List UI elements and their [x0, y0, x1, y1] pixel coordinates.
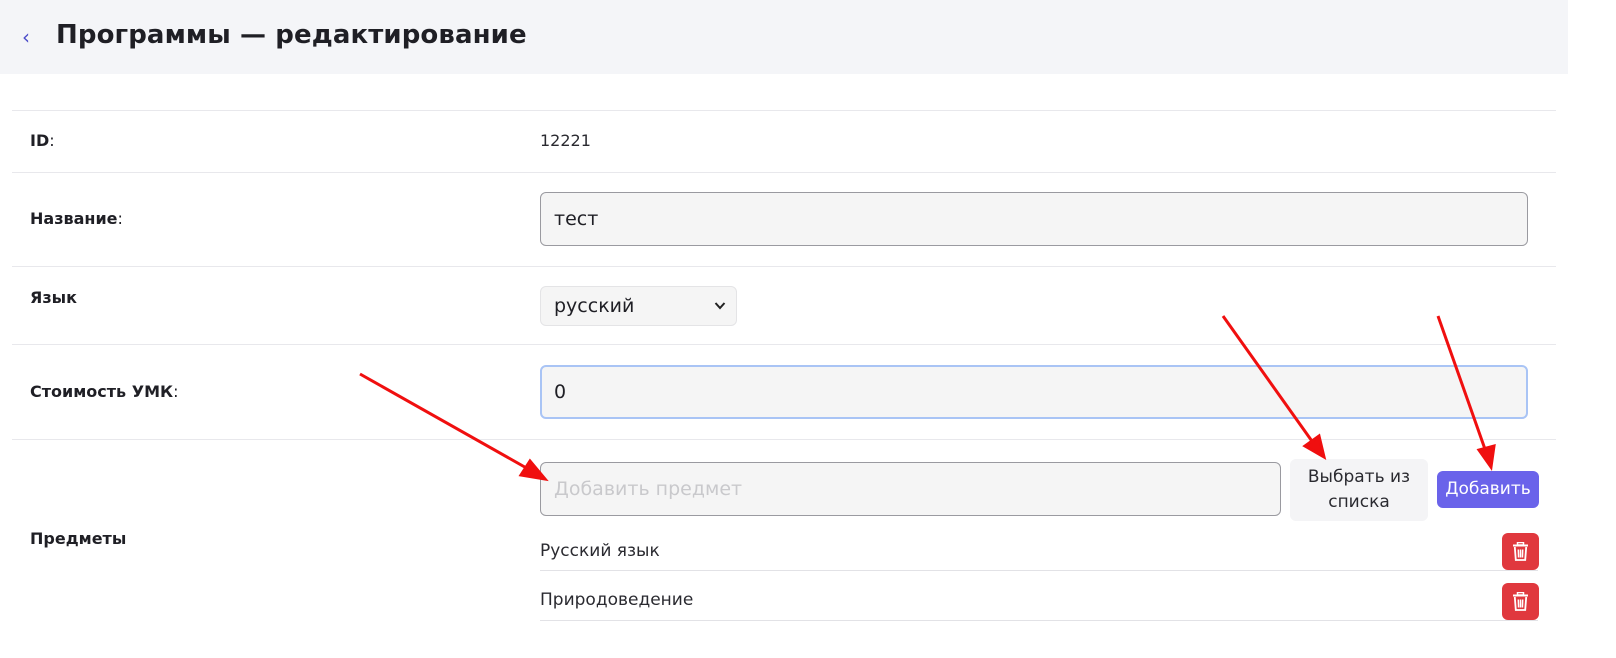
row-divider: [12, 439, 1556, 440]
language-label: Язык: [30, 288, 77, 307]
chevron-down-icon: [714, 287, 726, 341]
subject-divider: [540, 620, 1538, 621]
trash-icon: [1513, 592, 1528, 611]
subject-divider: [540, 570, 1538, 571]
delete-subject-button[interactable]: [1502, 583, 1539, 620]
name-field[interactable]: тест: [540, 192, 1528, 246]
annotation-arrow: [359, 372, 531, 472]
row-divider: [12, 344, 1556, 345]
id-value: 12221: [540, 131, 591, 150]
choose-from-list-button[interactable]: Выбрать из списка: [1290, 459, 1428, 521]
language-select[interactable]: русский: [540, 286, 737, 326]
name-label: Название:: [30, 209, 123, 228]
cost-label: Стоимость УМК:: [30, 382, 179, 401]
choose-from-list-label-line1: Выбрать из: [1307, 467, 1411, 487]
delete-subject-button[interactable]: [1502, 533, 1539, 570]
id-label: ID:: [30, 131, 55, 150]
subjects-label: Предметы: [30, 529, 127, 548]
row-divider: [12, 110, 1556, 111]
subject-item: Природоведение: [540, 590, 694, 610]
annotation-arrowhead: [1476, 443, 1496, 471]
cost-field[interactable]: 0: [540, 365, 1528, 419]
choose-from-list-label-line2: списка: [1328, 492, 1390, 512]
annotation-arrows: [359, 315, 1496, 482]
add-subject-input[interactable]: Добавить предмет: [540, 462, 1281, 516]
language-select-value: русский: [554, 295, 635, 317]
row-divider: [12, 266, 1556, 267]
page-title: Программы — редактирование: [56, 20, 527, 50]
page-header: ‹ Программы — редактирование: [0, 0, 1568, 74]
add-subject-button[interactable]: Добавить: [1437, 471, 1539, 508]
trash-icon: [1513, 542, 1528, 561]
subject-item: Русский язык: [540, 541, 660, 561]
chevron-left-icon[interactable]: ‹: [22, 26, 40, 48]
row-divider: [12, 172, 1556, 173]
